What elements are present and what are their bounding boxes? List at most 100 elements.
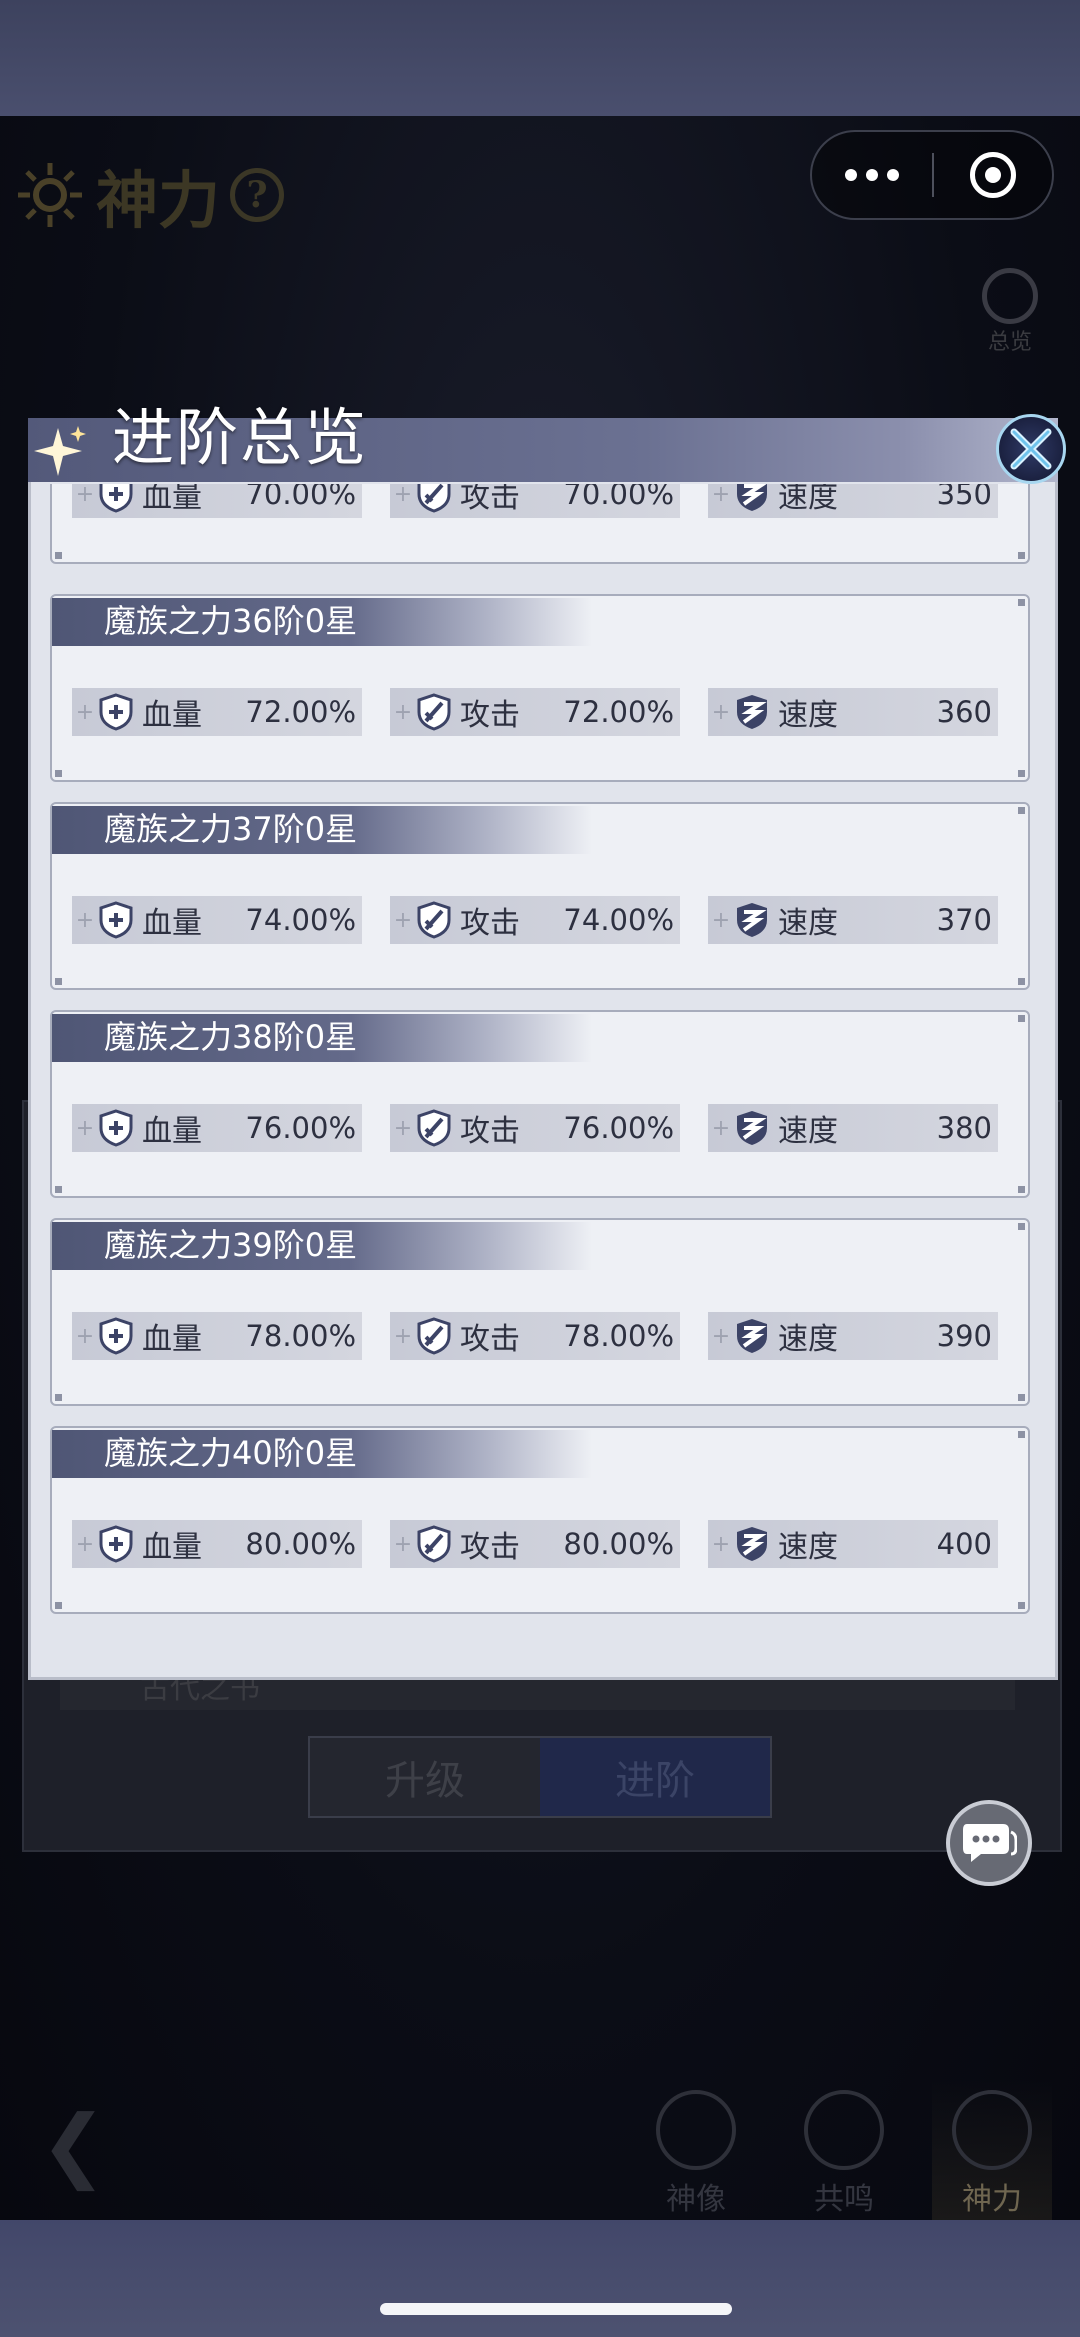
card-corner <box>55 1394 62 1401</box>
help-icon[interactable]: ? <box>230 168 285 222</box>
stat-row: + 血量 74.00% + 攻击 74.00% + 速度 370 <box>72 896 1012 946</box>
stat-label: 速度 <box>778 1114 838 1149</box>
stat-value: 76.00% <box>563 1111 674 1145</box>
sun-icon <box>18 163 82 227</box>
sword-shield-icon <box>417 1317 451 1355</box>
speed-icon <box>737 484 767 511</box>
card-corner <box>55 552 62 559</box>
card-corner <box>1018 978 1025 985</box>
modal-title: 进阶总览 <box>112 401 369 474</box>
plus-icon: + <box>75 907 95 933</box>
speed-icon <box>737 903 767 937</box>
status-bar-band <box>0 0 1080 116</box>
nav-item-label: 神力 <box>962 2182 1022 2217</box>
speed-icon <box>737 695 767 729</box>
shield-plus-icon <box>99 901 133 939</box>
stat-value: 80.00% <box>245 1527 356 1561</box>
plus-icon: + <box>393 484 413 507</box>
divine-power-icon <box>952 2090 1032 2170</box>
stat-value: 74.00% <box>563 903 674 937</box>
stat-value: 70.00% <box>245 484 356 511</box>
chat-button[interactable] <box>946 1800 1032 1886</box>
stat-row: + 血量 76.00% + 攻击 76.00% + 速度 380 <box>72 1104 1012 1154</box>
speed-icon <box>737 1527 767 1561</box>
stat-speed: + 速度 400 <box>708 1520 998 1568</box>
stat-attack: + 攻击 72.00% <box>390 688 680 736</box>
stat-label: 攻击 <box>460 1322 520 1357</box>
home-indicator[interactable] <box>380 2303 732 2315</box>
advance-list[interactable]: + 血量 70.00% + 攻击 70.00% + 速度 350 魔族之力36阶… <box>42 484 1042 1634</box>
level-card: 魔族之力37阶0星 + 血量 74.00% + 攻击 74.00% + 速度 3… <box>50 802 1030 990</box>
close-miniprogram-button[interactable] <box>934 152 1052 198</box>
overview-side-label: 总览 <box>987 330 1032 355</box>
sword-shield-icon <box>417 484 451 513</box>
stat-hp: + 血量 74.00% <box>72 896 362 944</box>
speed-icon <box>737 1111 767 1145</box>
stat-row: + 血量 80.00% + 攻击 80.00% + 速度 400 <box>72 1520 1012 1570</box>
stat-row: + 血量 72.00% + 攻击 72.00% + 速度 360 <box>72 688 1012 738</box>
stat-attack: + 攻击 74.00% <box>390 896 680 944</box>
stat-row: + 血量 70.00% + 攻击 70.00% + 速度 350 <box>72 484 1012 520</box>
stat-value: 70.00% <box>563 484 674 511</box>
stat-hp: + 血量 76.00% <box>72 1104 362 1152</box>
page-title: 神力 ? <box>14 150 285 240</box>
plus-icon: + <box>75 699 95 725</box>
stat-attack: + 攻击 80.00% <box>390 1520 680 1568</box>
card-title: 魔族之力37阶0星 <box>104 810 358 848</box>
back-arrow-icon[interactable]: ❮ <box>40 2100 130 2190</box>
stat-attack: + 攻击 70.00% <box>390 484 680 518</box>
stat-value: 390 <box>936 1319 992 1353</box>
plus-icon: + <box>393 1323 413 1349</box>
plus-icon: + <box>75 1531 95 1557</box>
plus-icon: + <box>75 1115 95 1141</box>
shield-plus-icon <box>99 1109 133 1147</box>
overview-side-button[interactable]: 总览 <box>965 268 1055 358</box>
nav-item-divine-power[interactable]: 神力 <box>932 2080 1052 2220</box>
plus-icon: + <box>711 1323 731 1349</box>
card-title: 魔族之力39阶0星 <box>104 1226 358 1264</box>
speed-icon <box>737 1319 767 1353</box>
card-corner <box>55 1186 62 1193</box>
level-card: 魔族之力40阶0星 + 血量 80.00% + 攻击 80.00% + 速度 4… <box>50 1426 1030 1614</box>
nav-item-resonance[interactable]: 共鸣 <box>784 2080 904 2220</box>
tab-upgrade[interactable]: 升级 <box>310 1738 540 1816</box>
stat-label: 攻击 <box>460 698 520 733</box>
plus-icon: + <box>711 699 731 725</box>
plus-icon: + <box>711 907 731 933</box>
card-corner <box>1018 807 1025 814</box>
more-icon[interactable] <box>812 132 932 218</box>
shield-plus-icon <box>99 693 133 731</box>
card-corner <box>1018 1223 1025 1230</box>
miniprogram-capsule <box>810 130 1054 220</box>
tab-advance[interactable]: 进阶 <box>540 1738 770 1816</box>
close-icon <box>1010 428 1052 470</box>
plus-icon: + <box>393 699 413 725</box>
stat-label: 速度 <box>778 1322 838 1357</box>
stat-label: 血量 <box>142 698 202 733</box>
nav-item-label: 神像 <box>666 2182 726 2217</box>
stat-label: 血量 <box>142 1114 202 1149</box>
card-corner <box>1018 1602 1025 1609</box>
stat-hp: + 血量 80.00% <box>72 1520 362 1568</box>
nav-item-statue[interactable]: 神像 <box>636 2080 756 2220</box>
sparkle-icon <box>34 426 86 476</box>
close-button[interactable] <box>996 414 1066 484</box>
card-corner <box>1018 1015 1025 1022</box>
stat-label: 血量 <box>142 906 202 941</box>
stat-label: 速度 <box>778 484 838 515</box>
card-corner <box>55 770 62 777</box>
sword-shield-icon <box>417 1109 451 1147</box>
nav-item-label: 共鸣 <box>814 2182 874 2217</box>
level-card-partial: + 血量 70.00% + 攻击 70.00% + 速度 350 <box>50 484 1030 564</box>
sword-shield-icon <box>417 693 451 731</box>
level-card: 魔族之力39阶0星 + 血量 78.00% + 攻击 78.00% + 速度 3… <box>50 1218 1030 1406</box>
stat-label: 速度 <box>778 906 838 941</box>
stat-attack: + 攻击 78.00% <box>390 1312 680 1360</box>
sword-shield-icon <box>417 1525 451 1563</box>
chat-icon <box>963 1824 1017 1862</box>
card-corner <box>1018 1431 1025 1438</box>
plus-icon: + <box>711 1531 731 1557</box>
plus-icon: + <box>711 1115 731 1141</box>
sword-shield-icon <box>417 901 451 939</box>
page-title-text: 神力 <box>96 164 221 237</box>
